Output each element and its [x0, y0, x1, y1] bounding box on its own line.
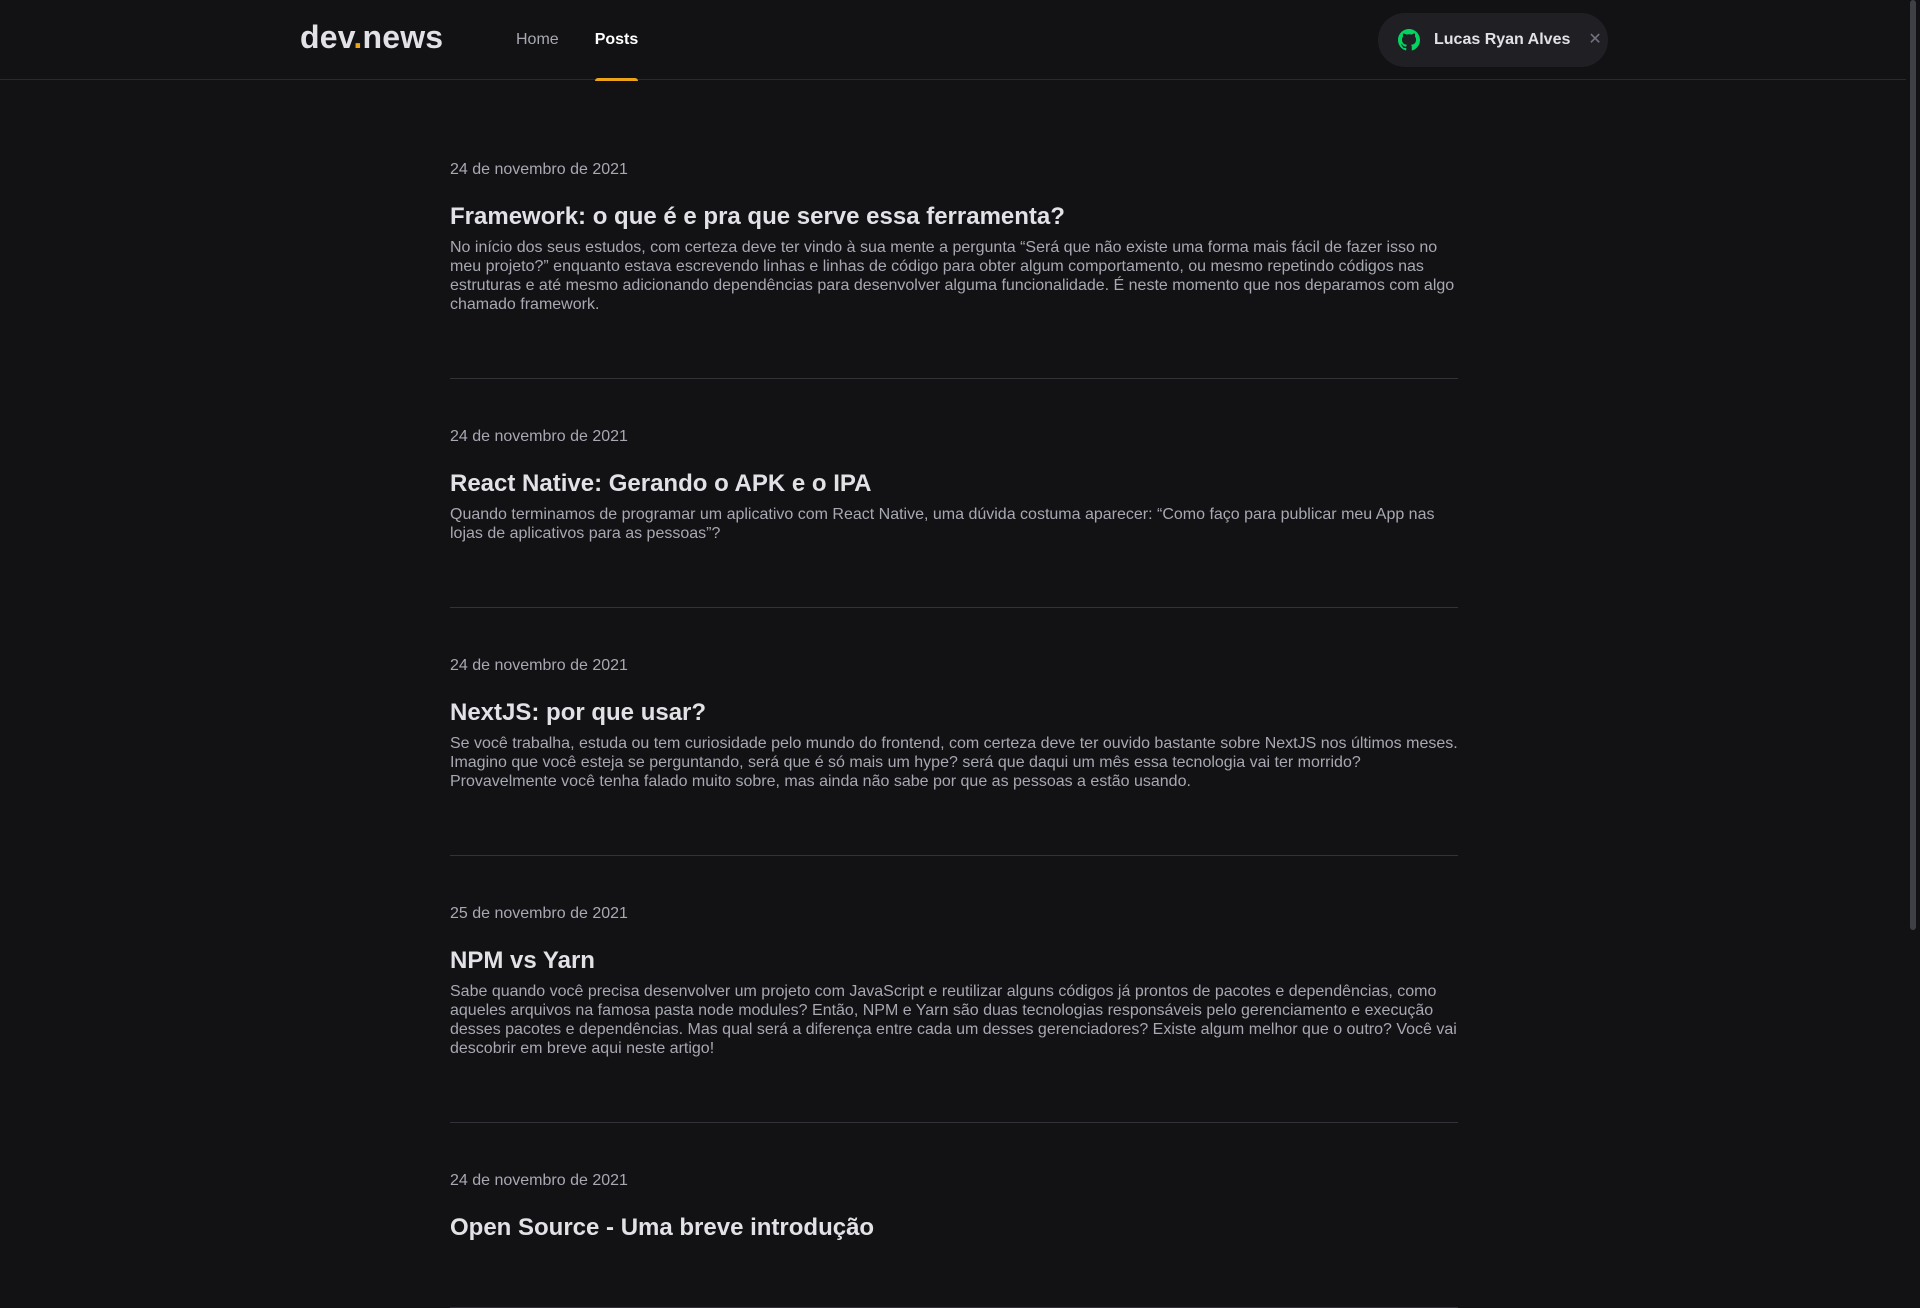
site-logo[interactable]: dev.news [300, 19, 443, 56]
page-scrollbar[interactable] [1906, 0, 1920, 1080]
post-title: React Native: Gerando o APK e o IPA [450, 470, 872, 497]
post-item[interactable]: 24 de novembro de 2021 Open Source - Uma… [450, 1091, 1458, 1308]
scrollbar-thumb[interactable] [1910, 0, 1916, 930]
post-item[interactable]: 25 de novembro de 2021 NPM vs Yarn Sabe … [450, 824, 1458, 1123]
post-list: 24 de novembro de 2021 Framework: o que … [450, 80, 1458, 1308]
post-excerpt: Quando terminamos de programar um aplica… [450, 506, 1435, 542]
post-title: Open Source - Uma breve introdução [450, 1214, 875, 1241]
post-excerpt: Se você trabalha, estuda ou tem curiosid… [450, 735, 1458, 790]
logo-main: dev [300, 19, 354, 55]
main-nav: Home Posts [516, 0, 674, 81]
top-header: dev.news Home Posts Lucas Ryan Alves ✕ [0, 0, 1906, 81]
post-title: NPM vs Yarn [450, 947, 595, 974]
post-date: 24 de novembro de 2021 [450, 657, 628, 674]
post-excerpt: No início dos seus estudos, com certeza … [450, 239, 1455, 313]
nav-home[interactable]: Home [516, 0, 559, 80]
post-excerpt: Sabe quando você precisa desenvolver um … [450, 983, 1457, 1057]
post-title: NextJS: por que usar? [450, 699, 707, 726]
post-date: 25 de novembro de 2021 [450, 905, 628, 922]
nav-posts[interactable]: Posts [594, 0, 638, 81]
post-item[interactable]: 24 de novembro de 2021 React Native: Ger… [450, 347, 1458, 608]
post-item[interactable]: 24 de novembro de 2021 Framework: o que … [450, 80, 1458, 379]
github-icon [1398, 29, 1420, 51]
close-icon[interactable]: ✕ [1588, 32, 1601, 48]
user-name: Lucas Ryan Alves [1434, 31, 1571, 48]
post-date: 24 de novembro de 2021 [450, 161, 628, 178]
post-date: 24 de novembro de 2021 [450, 428, 628, 445]
logo-suffix: news [362, 19, 444, 55]
post-item[interactable]: 24 de novembro de 2021 NextJS: por que u… [450, 576, 1458, 856]
post-title: Framework: o que é e pra que serve essa … [450, 203, 1065, 230]
post-date: 24 de novembro de 2021 [450, 1172, 628, 1189]
github-user-button[interactable]: Lucas Ryan Alves ✕ [1378, 13, 1608, 67]
